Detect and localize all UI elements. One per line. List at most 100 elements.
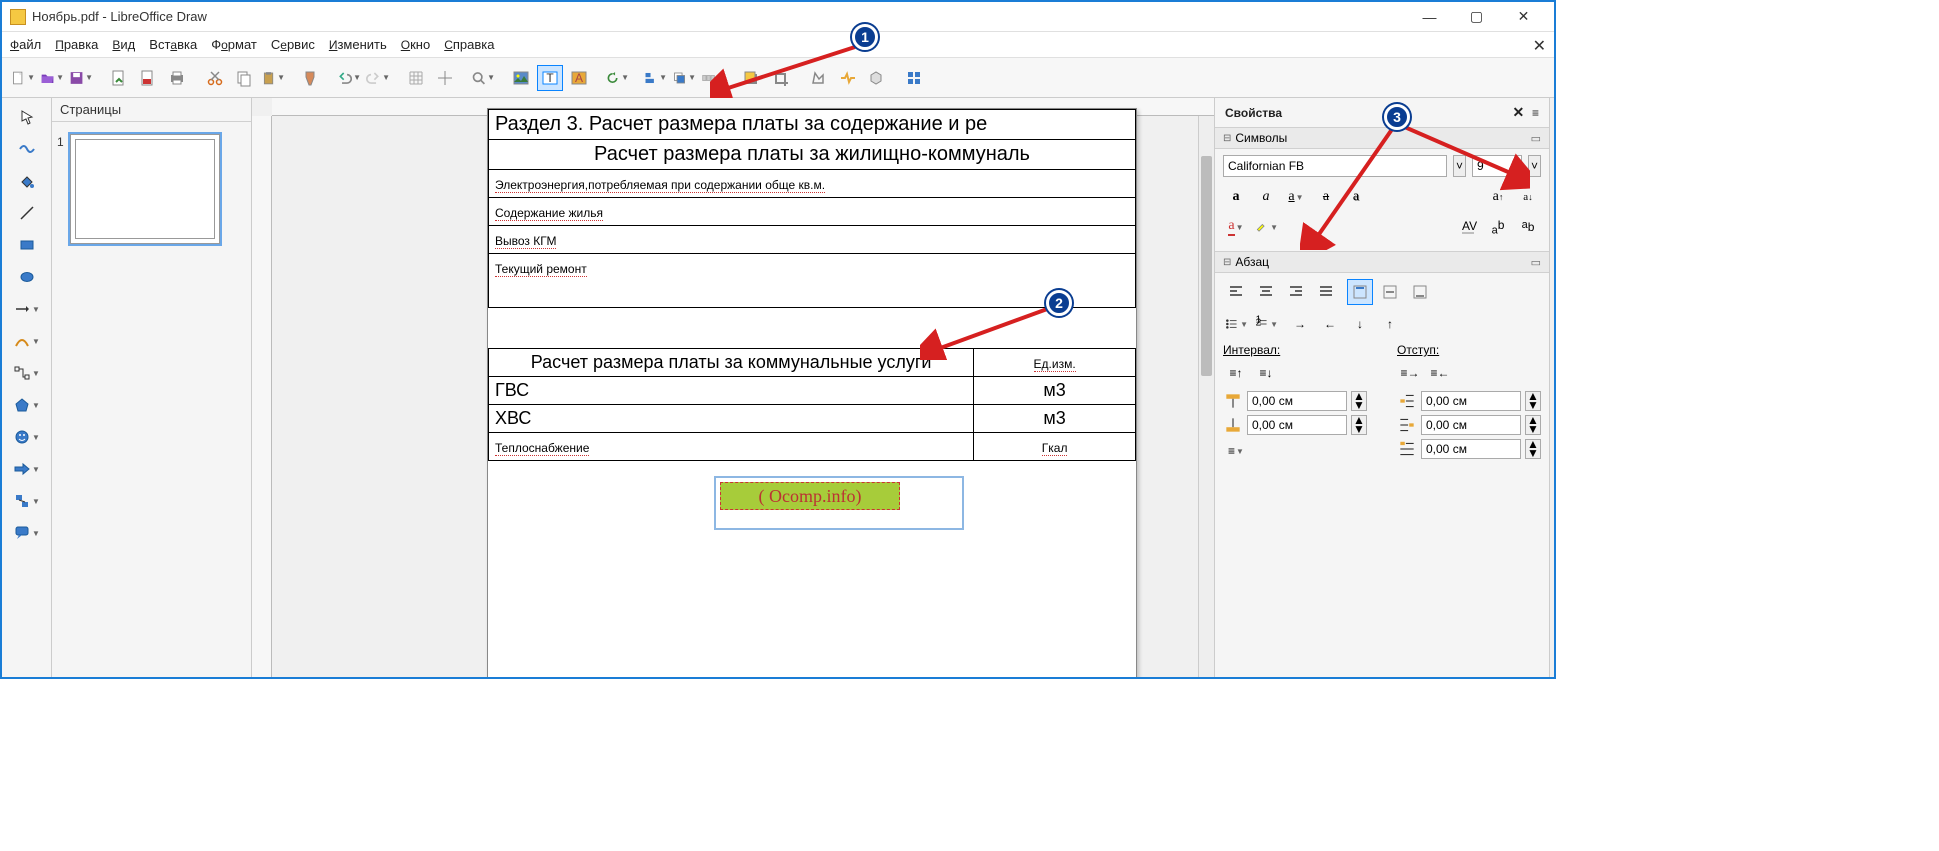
inc-spacing-icon[interactable]: ≡↑ — [1223, 361, 1249, 385]
rtl-button[interactable]: ← — [1317, 311, 1343, 337]
left-toolbar: ▼ ▼ ▼ ▼ ▼ ▼ ▼ ▼ — [2, 98, 52, 677]
doc-close-button[interactable]: ✕ — [1533, 36, 1546, 56]
menu-format[interactable]: Формат — [211, 37, 257, 52]
dec-spacing-icon[interactable]: ≡↓ — [1253, 361, 1279, 385]
copy-button[interactable] — [231, 65, 257, 91]
doc-row-2: Содержание жилья — [489, 198, 1136, 226]
panel-menu-icon[interactable]: ≡ — [1532, 106, 1539, 120]
grid-button[interactable] — [403, 65, 429, 91]
panel-close-icon[interactable]: ✕ — [1512, 104, 1524, 121]
dec-indent-icon[interactable]: ≡← — [1427, 361, 1453, 385]
menu-window[interactable]: Окно — [401, 37, 430, 52]
arrange-button[interactable]: ▼ — [671, 65, 697, 91]
arrow-tool[interactable]: ▼ — [11, 296, 43, 322]
print-button[interactable] — [164, 65, 190, 91]
section-collapse-icon[interactable]: ▭ — [1531, 132, 1541, 145]
ltr-button[interactable]: → — [1287, 311, 1313, 337]
zoom-button[interactable]: ▼ — [470, 65, 496, 91]
valign-top-button[interactable] — [1347, 279, 1373, 305]
undo-button[interactable]: ▼ — [336, 65, 362, 91]
cut-button[interactable] — [202, 65, 228, 91]
align-left-para[interactable] — [1223, 279, 1249, 305]
align-center-para[interactable] — [1253, 279, 1279, 305]
undo2-button[interactable]: ▼ — [604, 65, 630, 91]
spacing-above-input[interactable] — [1247, 391, 1347, 411]
align-left-button[interactable]: ▼ — [642, 65, 668, 91]
font-color-button[interactable]: a▼ — [1223, 215, 1249, 239]
3d-button[interactable] — [901, 65, 927, 91]
ellipse-tool[interactable] — [11, 264, 43, 290]
inc-indent-icon[interactable]: ≡→ — [1397, 361, 1423, 385]
block-arrows-tool[interactable]: ▼ — [11, 456, 43, 482]
export-pdf-button[interactable] — [135, 65, 161, 91]
bullets-button[interactable]: ▼ — [1223, 311, 1249, 337]
close-button[interactable]: ✕ — [1501, 5, 1546, 29]
canvas-area[interactable]: Раздел 3. Расчет размера платы за содерж… — [252, 98, 1214, 677]
symbol-shapes-tool[interactable]: ▼ — [11, 424, 43, 450]
numbering-button[interactable]: 12▼ — [1253, 311, 1279, 337]
valign-middle-button[interactable] — [1377, 279, 1403, 305]
btt-button[interactable]: ↑ — [1377, 311, 1403, 337]
indent-first-input[interactable] — [1421, 439, 1521, 459]
properties-tab-icon[interactable] — [1550, 102, 1554, 128]
indent-right-spin[interactable]: ▲▼ — [1525, 415, 1541, 435]
document-page[interactable]: Раздел 3. Расчет размера платы за содерж… — [487, 108, 1137, 677]
rectangle-tool[interactable] — [11, 232, 43, 258]
navigator-tab-icon[interactable] — [1550, 222, 1554, 248]
flowchart-tool[interactable]: ▼ — [11, 488, 43, 514]
insert-textbox-button[interactable]: T — [537, 65, 563, 91]
align-right-para[interactable] — [1283, 279, 1309, 305]
maximize-button[interactable]: ▢ — [1454, 5, 1499, 29]
paste-button[interactable]: ▼ — [260, 65, 286, 91]
arrow-1 — [710, 42, 860, 98]
connector-tool[interactable]: ▼ — [11, 360, 43, 386]
page-thumbnail[interactable]: 1 — [70, 134, 220, 244]
redo-button[interactable]: ▼ — [365, 65, 391, 91]
helplines-button[interactable] — [432, 65, 458, 91]
line-tool[interactable] — [11, 200, 43, 226]
valign-bottom-button[interactable] — [1407, 279, 1433, 305]
inserted-textbox[interactable]: ( Ocomp.info) — [714, 476, 964, 530]
save-button[interactable]: ▼ — [68, 65, 94, 91]
indent-right-input[interactable] — [1421, 415, 1521, 435]
fontwork-button[interactable]: A — [566, 65, 592, 91]
styles-tab-icon[interactable]: T — [1550, 132, 1554, 158]
open-button[interactable]: ▼ — [39, 65, 65, 91]
fill-color-tool[interactable] — [11, 168, 43, 194]
line-spacing-button[interactable]: ≡▼ — [1223, 439, 1249, 463]
indent-left-input[interactable] — [1421, 391, 1521, 411]
clone-format-button[interactable] — [298, 65, 324, 91]
bold-button[interactable]: a — [1223, 185, 1249, 209]
vertical-scrollbar[interactable] — [1198, 116, 1214, 677]
callouts-tool[interactable]: ▼ — [11, 520, 43, 546]
spacing-below-spin[interactable]: ▲▼ — [1351, 415, 1367, 435]
indent-left-spin[interactable]: ▲▼ — [1525, 391, 1541, 411]
spacing-above-spin[interactable]: ▲▼ — [1351, 391, 1367, 411]
line-color-tool[interactable] — [11, 136, 43, 162]
select-tool[interactable] — [11, 104, 43, 130]
align-justify-para[interactable] — [1313, 279, 1339, 305]
spacing-below-input[interactable] — [1247, 415, 1347, 435]
minimize-button[interactable]: — — [1407, 5, 1452, 29]
menu-insert[interactable]: Вставка — [149, 37, 197, 52]
menu-view[interactable]: Вид — [112, 37, 135, 52]
basic-shapes-tool[interactable]: ▼ — [11, 392, 43, 418]
menu-edit[interactable]: Правка — [55, 37, 98, 52]
menu-tools[interactable]: Сервис — [271, 37, 315, 52]
menu-help[interactable]: Справка — [444, 37, 494, 52]
indent-first-spin[interactable]: ▲▼ — [1525, 439, 1541, 459]
image-tab-icon[interactable] — [1550, 192, 1554, 218]
export-button[interactable] — [106, 65, 132, 91]
menu-file[interactable]: Файл — [10, 37, 41, 52]
textbox-content[interactable]: ( Ocomp.info) — [720, 482, 900, 510]
highlight-button[interactable]: ▼ — [1253, 215, 1279, 239]
extrusion-button[interactable] — [863, 65, 889, 91]
new-button[interactable]: ▼ — [10, 65, 36, 91]
insert-image-button[interactable] — [508, 65, 534, 91]
ttb-button[interactable]: ↓ — [1347, 311, 1373, 337]
italic-button[interactable]: a — [1253, 185, 1279, 209]
menu-modify[interactable]: Изменить — [329, 37, 387, 52]
section-collapse-icon-2[interactable]: ▭ — [1531, 256, 1541, 269]
gallery-tab-icon[interactable] — [1550, 162, 1554, 188]
curve-tool[interactable]: ▼ — [11, 328, 43, 354]
